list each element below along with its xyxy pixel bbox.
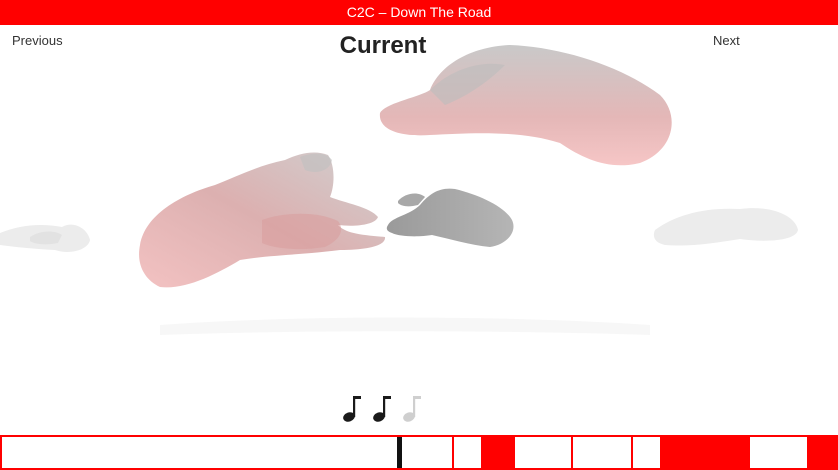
- timeline-segment[interactable]: [481, 437, 515, 468]
- title-bar: C2C – Down The Road: [0, 0, 838, 25]
- middle-hand: [386, 188, 514, 247]
- timeline-divider: [631, 437, 633, 468]
- hand-scene: [0, 45, 798, 335]
- timeline-divider: [571, 437, 573, 468]
- song-title: C2C – Down The Road: [346, 4, 492, 20]
- note-icon-1: [343, 396, 361, 422]
- left-hand: [139, 152, 386, 288]
- timeline-segment[interactable]: [807, 437, 838, 468]
- timeline-divider: [452, 437, 454, 468]
- timeline-bar[interactable]: [0, 435, 838, 470]
- hand-pose-viewer: C2C – Down The Road Previous Current Nex…: [0, 0, 838, 470]
- timeline-cursor[interactable]: [397, 437, 402, 468]
- background-hand-right: [653, 208, 798, 246]
- note-indicators: [343, 396, 421, 422]
- note-icon-3: [403, 396, 421, 422]
- background-hand-left: [0, 224, 90, 252]
- upper-right-hand: [379, 45, 672, 166]
- timeline-segment[interactable]: [660, 437, 750, 468]
- note-icon-2: [373, 396, 391, 422]
